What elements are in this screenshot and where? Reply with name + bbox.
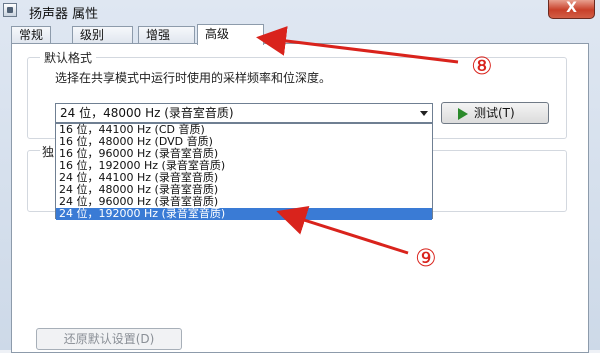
- sample-format-select[interactable]: 24 位，48000 Hz (录音室音质): [55, 103, 433, 123]
- tab-general[interactable]: 常规: [11, 26, 51, 44]
- title-bar: 扬声器 属性 X: [0, 0, 600, 22]
- window-title: 扬声器 属性: [29, 7, 99, 22]
- sample-format-dropdown-list: 16 位，44100 Hz (CD 音质) 16 位，48000 Hz (DVD…: [55, 123, 433, 220]
- test-button[interactable]: 测试(T): [441, 102, 549, 124]
- callout-number-8: ⑧: [471, 52, 493, 80]
- chevron-down-icon[interactable]: [420, 111, 428, 116]
- test-button-label: 测试(T): [474, 106, 515, 120]
- exclusive-mode-label: 独: [40, 143, 57, 160]
- speaker-app-icon: [3, 3, 17, 17]
- format-option-highlighted[interactable]: 24 位，192000 Hz (录音室音质): [56, 208, 432, 220]
- play-icon: [458, 108, 468, 120]
- speaker-properties-window: 扬声器 属性 X 常规 级别 增强 高级 默认格式 选择在共享模式中运行时使用的…: [0, 0, 600, 353]
- tab-levels[interactable]: 级别: [72, 26, 133, 44]
- tab-enhancements[interactable]: 增强: [138, 26, 195, 44]
- default-format-label: 默认格式: [40, 49, 97, 66]
- restore-defaults-button[interactable]: 还原默认设置(D): [36, 328, 182, 350]
- sample-format-selected-value: 24 位，48000 Hz (录音室音质): [60, 106, 234, 120]
- default-format-description: 选择在共享模式中运行时使用的采样频率和位深度。: [55, 71, 332, 85]
- close-button[interactable]: X: [548, 0, 595, 19]
- tab-advanced[interactable]: 高级: [197, 24, 264, 45]
- callout-number-9: ⑨: [415, 244, 437, 272]
